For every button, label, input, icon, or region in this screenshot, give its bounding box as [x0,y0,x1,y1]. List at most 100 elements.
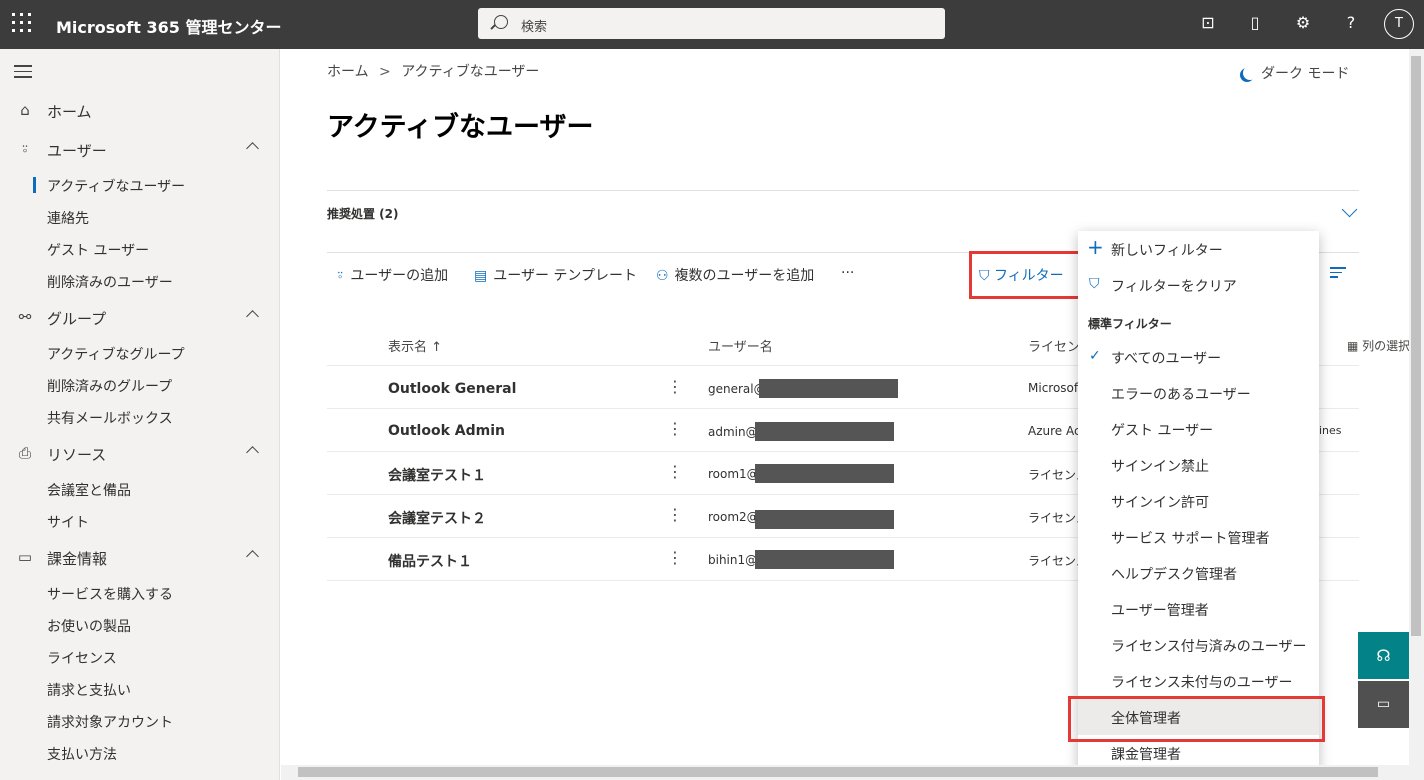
sidebar-item-billing-accounts[interactable]: 請求対象アカウント [47,712,173,732]
checkmark-icon: ✓ [1089,348,1101,364]
menu-item-label: ライセンス付与済みのユーザー [1111,639,1307,655]
sidebar-item-rooms-equipment[interactable]: 会議室と備品 [47,480,131,500]
filter-item-helpdesk-admin[interactable]: ヘルプデスク管理者 [1078,555,1319,591]
clear-filter-item[interactable]: ⛉ フィルターをクリア [1078,267,1319,303]
filter-label: フィルター [993,268,1064,284]
sidebar-item-purchase-services[interactable]: サービスを購入する [47,584,173,604]
sidebar-item-billing[interactable]: ▭ 課金情報 [0,542,280,572]
sidebar-item-licenses[interactable]: ライセンス [47,648,117,668]
feedback-icon: ▭ [1376,696,1391,712]
mobile-icon[interactable]: ▯ [1244,12,1266,34]
chevron-down-icon[interactable] [1341,201,1358,218]
sidebar-item-contacts[interactable]: 連絡先 [47,208,89,228]
vertical-scrollbar-thumb[interactable] [1411,56,1421,636]
row-more-icon[interactable]: ⋮ [667,377,683,396]
menu-item-label: エラーのあるユーザー [1111,387,1251,403]
menu-item-label: すべてのユーザー [1111,351,1222,367]
menu-item-label: ユーザー管理者 [1111,603,1209,619]
filter-item-guest-users[interactable]: ゲスト ユーザー [1078,411,1319,447]
filter-item-service-support-admin[interactable]: サービス サポート管理者 [1078,519,1319,555]
more-button[interactable]: ··· [841,265,854,281]
filter-item-user-admin[interactable]: ユーザー管理者 [1078,591,1319,627]
filter-item-all-users[interactable]: ✓ すべてのユーザー [1078,339,1319,375]
table-row-name[interactable]: 備品テスト１ [388,551,472,571]
sidebar-item-sites[interactable]: サイト [47,512,89,532]
table-row-user: general@ [708,382,766,396]
add-user-label: ユーザーの追加 [350,268,449,284]
sidebar-item-deleted-groups[interactable]: 削除済みのグループ [47,376,172,396]
sidebar-item-payment-methods[interactable]: 支払い方法 [47,744,117,764]
plus-icon: + [1087,235,1104,259]
filter-item-users-with-errors[interactable]: エラーのあるユーザー [1078,375,1319,411]
divider [327,190,1359,191]
recommended-actions[interactable]: 推奨処置 (2) [327,205,399,222]
new-filter-item[interactable]: + 新しいフィルター [1078,231,1319,267]
menu-item-label: 課金管理者 [1111,747,1181,763]
gear-icon[interactable]: ⚙ [1292,12,1314,34]
columns-icon: ▦ [1347,339,1359,353]
terminal-icon[interactable]: ⊡ [1197,12,1219,34]
clear-filter-icon: ⛉ [1089,276,1100,292]
sidebar-item-groups[interactable]: ⚯ グループ [0,302,280,332]
filter-item-sign-in-blocked[interactable]: サインイン禁止 [1078,447,1319,483]
redaction-bar [755,464,894,483]
printer-icon: ⎙ [18,444,31,462]
multiple-users-icon: ⚇ [656,268,669,284]
app-title[interactable]: Microsoft 365 管理センター [56,14,281,38]
sidebar-item-home[interactable]: ⌂ ホーム [0,95,280,125]
redaction-bar [755,510,894,529]
menu-item-label: フィルターをクリア [1111,279,1237,295]
help-chat-button[interactable]: ☊ [1358,632,1409,679]
sidebar-item-active-groups[interactable]: アクティブなグループ [47,344,185,364]
chevron-up-icon [246,550,259,563]
sidebar-item-users[interactable]: ⍤ ユーザー [0,134,280,164]
filter-button[interactable]: ⛉ フィルター [979,265,1064,285]
sidebar-item-active-users[interactable]: アクティブなユーザー [47,176,185,196]
filter-item-unlicensed-users[interactable]: ライセンス未付与のユーザー [1078,663,1319,699]
app-launcher-icon[interactable] [12,13,32,33]
sidebar-item-bills-payments[interactable]: 請求と支払い [47,680,131,700]
add-multiple-users-button[interactable]: ⚇ 複数のユーザーを追加 [656,265,814,285]
user-template-button[interactable]: ▤ ユーザー テンプレート [474,265,637,285]
page-title: アクティブなユーザー [327,112,594,143]
hamburger-icon[interactable] [14,65,32,78]
user-template-label: ユーザー テンプレート [493,268,637,284]
row-more-icon[interactable]: ⋮ [667,505,683,524]
help-icon[interactable]: ? [1340,12,1362,34]
breadcrumb: ホーム > アクティブなユーザー [327,61,539,81]
sidebar-item-shared-mailboxes[interactable]: 共有メールボックス [47,408,173,428]
choose-columns-button[interactable]: ▦ 列の選択 [1347,337,1410,354]
dark-mode-label: ダーク モード [1261,66,1350,82]
row-more-icon[interactable]: ⋮ [667,462,683,481]
filter-item-licensed-users[interactable]: ライセンス付与済みのユーザー [1078,627,1319,663]
row-more-icon[interactable]: ⋮ [667,419,683,438]
menu-item-label: ライセンス未付与のユーザー [1111,675,1293,691]
breadcrumb-home[interactable]: ホーム [327,64,369,80]
row-more-icon[interactable]: ⋮ [667,548,683,567]
sidebar-item-deleted-users[interactable]: 削除済みのユーザー [47,272,173,292]
table-row-name[interactable]: 会議室テスト２ [388,508,486,528]
view-options-icon[interactable] [1330,267,1346,281]
avatar[interactable]: T [1384,9,1414,39]
template-icon: ▤ [474,268,488,284]
search-box[interactable]: 検索 [478,8,945,39]
filter-icon: ⛉ [979,268,990,284]
filter-item-sign-in-allowed[interactable]: サインイン許可 [1078,483,1319,519]
redaction-bar [759,379,898,398]
dark-mode-toggle[interactable]: ダーク モード [1239,63,1349,83]
sidebar-item-resources[interactable]: ⎙ リソース [0,438,280,468]
sidebar-item-your-products[interactable]: お使いの製品 [47,616,131,636]
search-placeholder: 検索 [521,20,548,35]
add-user-button[interactable]: ⍤ ユーザーの追加 [336,265,448,285]
column-username[interactable]: ユーザー名 [708,336,773,355]
feedback-button[interactable]: ▭ [1358,681,1409,728]
horizontal-scrollbar-thumb[interactable] [298,767,1378,777]
table-row-name[interactable]: Outlook General [388,381,516,397]
column-display-name[interactable]: 表示名 ↑ [388,336,442,355]
table-row-name[interactable]: 会議室テスト１ [388,465,486,485]
sidebar-item-label: ユーザー [47,142,107,160]
sidebar-item-label: リソース [47,446,107,464]
chevron-up-icon [246,310,259,323]
sidebar-item-guest-users[interactable]: ゲスト ユーザー [47,240,149,260]
table-row-name[interactable]: Outlook Admin [388,423,505,439]
